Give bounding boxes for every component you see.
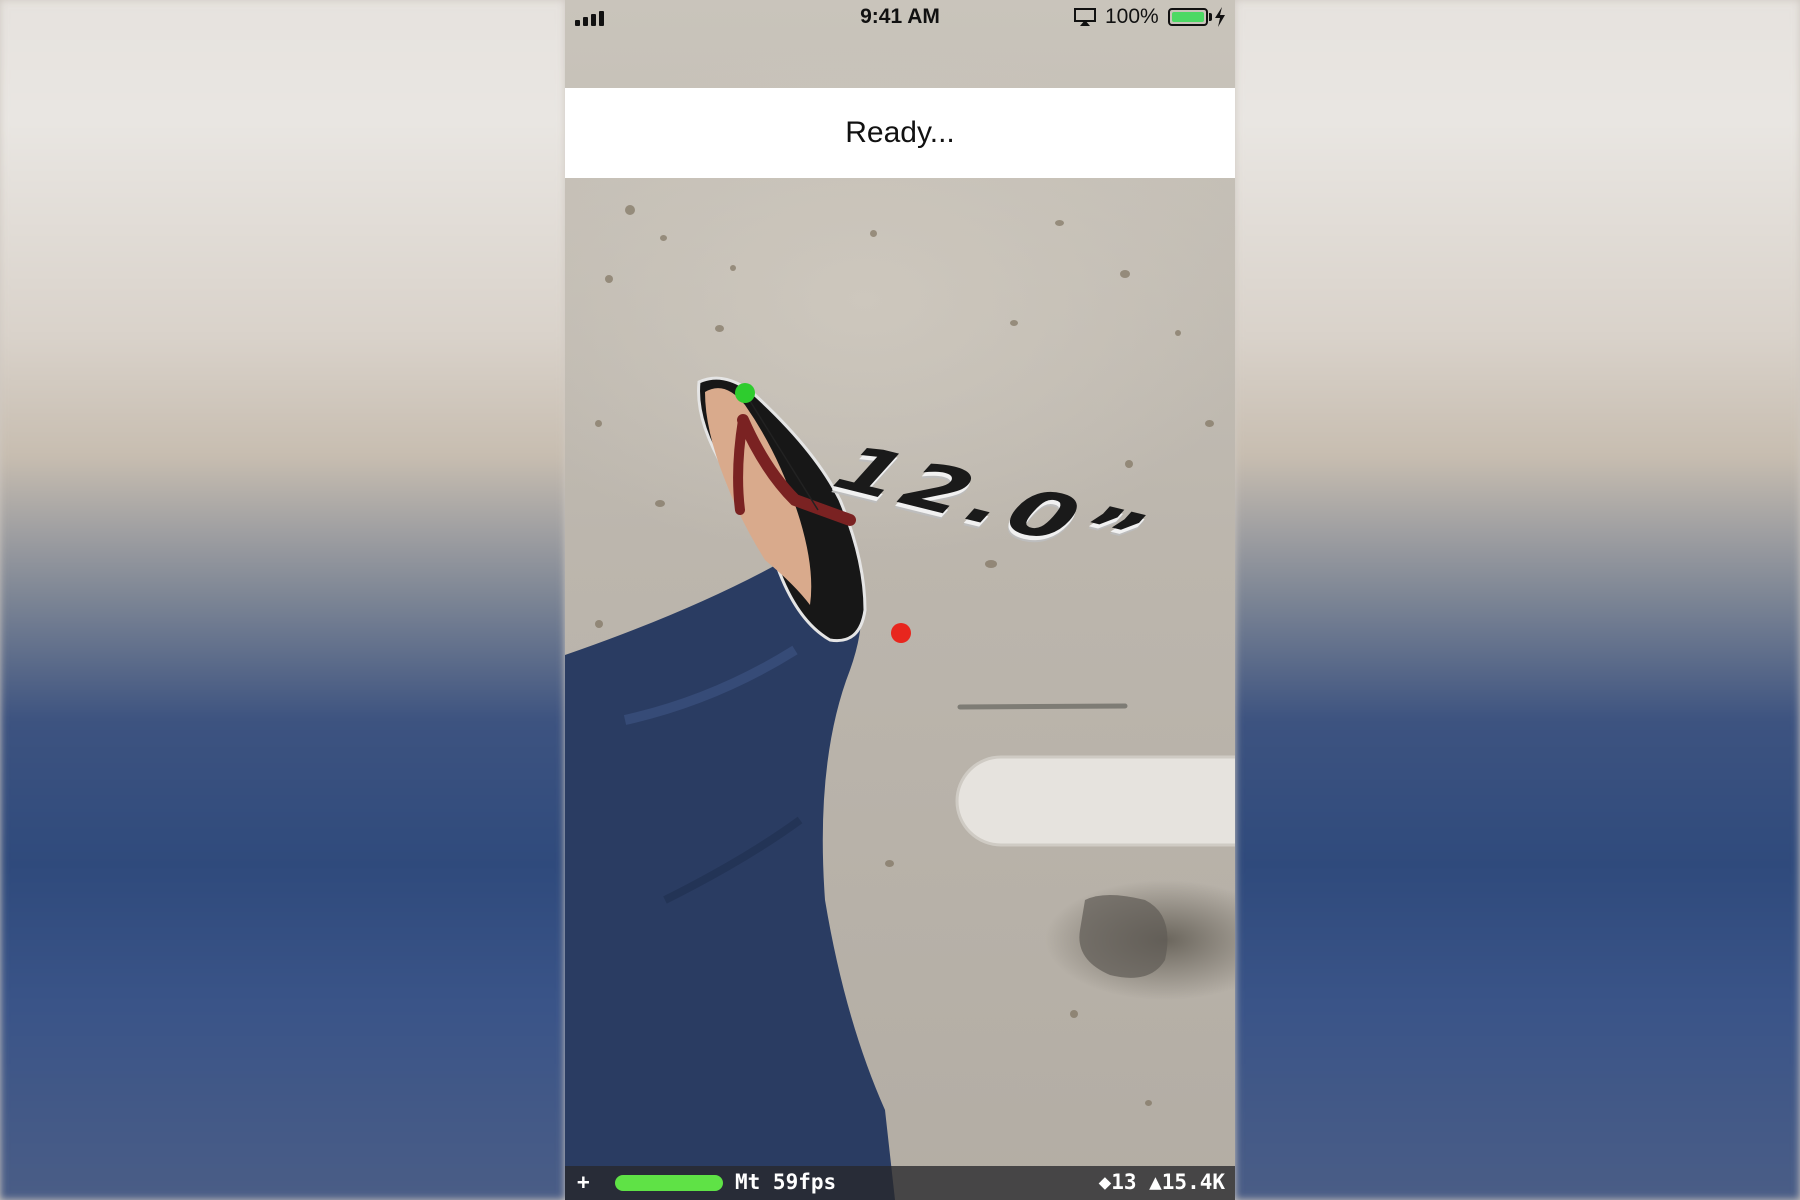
status-bar: 9:41 AM 100% <box>565 0 1235 34</box>
stats-expand-button[interactable]: + <box>577 1170 590 1194</box>
floor-streak <box>957 703 1128 710</box>
charging-bolt-icon <box>1215 7 1225 27</box>
ar-scene <box>565 376 1235 1200</box>
airplay-icon <box>1074 8 1096 26</box>
battery-icon <box>1168 8 1208 26</box>
frame-time-meter <box>615 1175 723 1191</box>
battery-cap <box>1209 13 1212 21</box>
blurred-background-left <box>0 0 565 1200</box>
phone-screen[interactable]: 12.0” 9:41 AM 100% Ready... + Mt 59fps ◆… <box>565 0 1235 1200</box>
sandal-strap-inner <box>733 415 748 515</box>
white-object <box>955 755 1235 847</box>
debug-stats-bar: + Mt 59fps ◆13 ▲15.4K <box>565 1166 1235 1200</box>
leg-jeans <box>565 550 895 1200</box>
measurement-start-point[interactable] <box>735 383 755 403</box>
battery-percent: 100% <box>1105 5 1159 28</box>
status-banner: Ready... <box>565 88 1235 178</box>
fps-readout: Mt 59fps <box>735 1170 837 1194</box>
node-polygon-counts: ◆13 ▲15.4K <box>1098 1170 1225 1194</box>
blurred-background-right <box>1235 0 1800 1200</box>
status-banner-text: Ready... <box>845 116 955 149</box>
measurement-end-point[interactable] <box>891 623 911 643</box>
floor-stain <box>1079 895 1168 978</box>
